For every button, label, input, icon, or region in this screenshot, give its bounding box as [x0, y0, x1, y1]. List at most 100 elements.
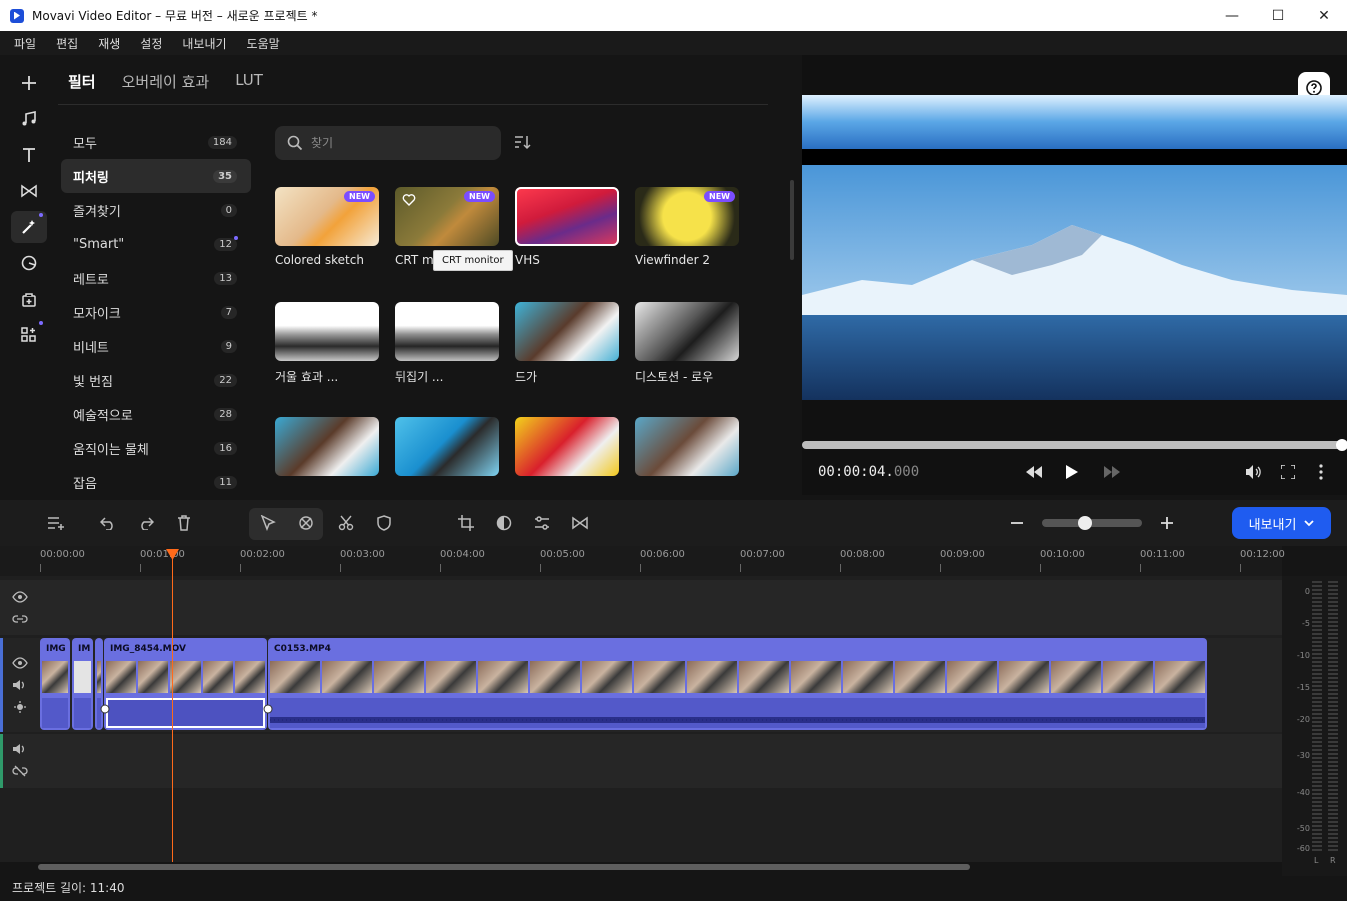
category-item[interactable]: 즐겨찾기 0 — [61, 193, 251, 227]
menu-settings[interactable]: 설정 — [130, 35, 172, 52]
magnetic-mode-button[interactable] — [296, 513, 316, 533]
volume-button[interactable] — [1242, 461, 1266, 483]
filter-card[interactable]: 거울 효과 ... — [275, 302, 379, 385]
category-item[interactable]: 레트로 13 — [61, 261, 251, 295]
filter-card[interactable]: NEW Viewfinder 2 — [635, 187, 739, 267]
more-options-button[interactable] — [1309, 461, 1333, 483]
filter-card[interactable]: 뒤집기 ... — [395, 302, 499, 385]
zoom-slider-knob[interactable] — [1078, 516, 1093, 530]
select-tool-button[interactable] — [258, 513, 278, 533]
unlink-icon[interactable] — [12, 764, 28, 778]
category-item[interactable]: "Smart" 12 — [61, 227, 251, 261]
crop-button[interactable] — [456, 513, 476, 533]
tab-lut[interactable]: LUT — [235, 71, 263, 92]
minimize-button[interactable]: — — [1209, 0, 1255, 31]
video-clip[interactable]: IMG — [40, 638, 70, 730]
fast-forward-button[interactable] — [1100, 461, 1124, 483]
zoom-out-button[interactable] — [1007, 513, 1027, 533]
overlay-track[interactable] — [0, 580, 1282, 635]
audio-track[interactable] — [0, 734, 1282, 788]
category-item[interactable]: 움직이는 물체 16 — [61, 431, 251, 465]
tab-filters[interactable]: 필터 — [68, 71, 96, 92]
selected-audio-segment[interactable] — [106, 698, 265, 728]
zoom-slider[interactable] — [1042, 516, 1142, 530]
playback-progress[interactable] — [802, 439, 1347, 451]
menu-file[interactable]: 파일 — [0, 35, 46, 52]
menu-help[interactable]: 도움말 — [237, 35, 290, 52]
category-item[interactable]: 비네트 9 — [61, 329, 251, 363]
marker-button[interactable] — [374, 513, 394, 533]
play-button[interactable] — [1060, 461, 1084, 483]
category-item[interactable]: 모자이크 7 — [61, 295, 251, 329]
delete-button[interactable] — [174, 513, 194, 533]
filters-button[interactable] — [11, 211, 47, 243]
category-item[interactable]: 피처링 35 — [61, 159, 251, 193]
heart-icon[interactable] — [402, 193, 416, 207]
playhead[interactable] — [172, 556, 173, 862]
ruler-label: 00:04:00 — [440, 549, 485, 560]
eye-icon[interactable] — [12, 590, 28, 604]
video-clip[interactable] — [95, 638, 103, 730]
library-scrollbar[interactable] — [790, 180, 794, 260]
filter-card[interactable]: 드가 — [515, 302, 619, 385]
add-track-icon — [48, 517, 64, 530]
import-button[interactable] — [11, 67, 47, 99]
menu-playback[interactable]: 재생 — [88, 35, 130, 52]
undo-button[interactable] — [98, 513, 118, 533]
trim-handle-left[interactable] — [99, 703, 111, 715]
sort-button[interactable] — [513, 133, 533, 153]
maximize-button[interactable]: ☐ — [1255, 0, 1301, 31]
menu-export[interactable]: 내보내기 — [172, 35, 236, 52]
tab-overlay-effects[interactable]: 오버레이 효과 — [122, 71, 210, 92]
filter-card[interactable]: NEW Colored sketch — [275, 187, 379, 267]
filter-thumbnail — [275, 417, 379, 476]
zoom-in-button[interactable] — [1157, 513, 1177, 533]
clip-properties-button[interactable] — [532, 513, 552, 533]
store-button[interactable] — [11, 283, 47, 315]
split-button[interactable] — [336, 513, 356, 533]
fullscreen-button[interactable] — [1276, 461, 1300, 483]
preview-panel: 00:00:04.000 — [802, 55, 1347, 495]
trim-handle-right[interactable] — [262, 703, 274, 715]
speaker-icon[interactable] — [12, 678, 28, 692]
category-item[interactable]: 잡음 11 — [61, 465, 251, 499]
ruler-label: 00:09:00 — [940, 549, 985, 560]
category-item[interactable]: 예술적으로 28 — [61, 397, 251, 431]
more-tools-button[interactable] — [11, 319, 47, 351]
link-icon[interactable] — [12, 612, 28, 626]
menu-edit[interactable]: 편집 — [46, 35, 88, 52]
filter-card[interactable] — [635, 417, 739, 483]
category-item[interactable]: 빛 번짐 22 — [61, 363, 251, 397]
progress-knob[interactable] — [1336, 439, 1347, 451]
timeline-ruler[interactable]: 00:00:00 00:01:00 00:02:00 00:03:00 00:0… — [0, 546, 1285, 576]
stickers-button[interactable] — [11, 247, 47, 279]
filter-card[interactable] — [275, 417, 379, 483]
export-button[interactable]: 내보내기 — [1232, 507, 1331, 539]
filter-card[interactable]: 디스토션 - 로우 — [635, 302, 739, 385]
eye-icon[interactable] — [12, 656, 28, 670]
filter-card[interactable] — [395, 417, 499, 483]
filter-card[interactable]: VHS — [515, 187, 619, 267]
search-input[interactable] — [311, 136, 481, 150]
color-adjust-button[interactable] — [494, 513, 514, 533]
transitions-button[interactable] — [11, 175, 47, 207]
category-item[interactable]: 모두 184 — [61, 125, 251, 159]
redo-button[interactable] — [136, 513, 156, 533]
video-preview[interactable] — [802, 95, 1347, 400]
rewind-button[interactable] — [1022, 461, 1046, 483]
search-box[interactable] — [275, 126, 501, 160]
video-clip[interactable]: IMG_8454.MOV — [104, 638, 267, 730]
music-button[interactable] — [11, 103, 47, 135]
plus-icon — [1161, 517, 1173, 529]
filter-card[interactable] — [515, 417, 619, 483]
timeline-scrollbar[interactable] — [38, 864, 970, 870]
close-button[interactable]: ✕ — [1301, 0, 1347, 31]
effects-icon[interactable] — [12, 700, 28, 714]
titles-button[interactable] — [11, 139, 47, 171]
speaker-icon[interactable] — [12, 742, 28, 756]
add-track-button[interactable] — [46, 513, 66, 533]
transition-wizard-button[interactable] — [570, 513, 590, 533]
video-clip[interactable]: IM — [72, 638, 93, 730]
video-clip[interactable]: C0153.MP4 — [268, 638, 1207, 730]
window-controls: — ☐ ✕ — [1209, 0, 1347, 31]
